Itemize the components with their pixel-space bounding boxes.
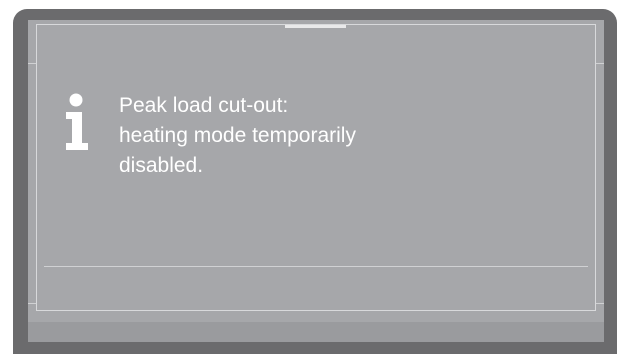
dialog-message: Peak load cut-out: heating mode temporar… — [119, 91, 559, 181]
message-line-1: Peak load cut-out: — [119, 94, 289, 117]
right-tick-bottom — [596, 303, 604, 304]
top-indicator — [285, 25, 346, 28]
message-line-2: heating mode temporarily — [119, 124, 356, 147]
left-tick-top — [28, 63, 36, 64]
info-icon — [64, 93, 98, 151]
message-line-3: disabled. — [119, 154, 204, 177]
left-tick-bottom — [28, 303, 36, 304]
right-tick-top — [596, 63, 604, 64]
footer-divider — [44, 266, 588, 267]
bottom-bar — [28, 322, 604, 342]
